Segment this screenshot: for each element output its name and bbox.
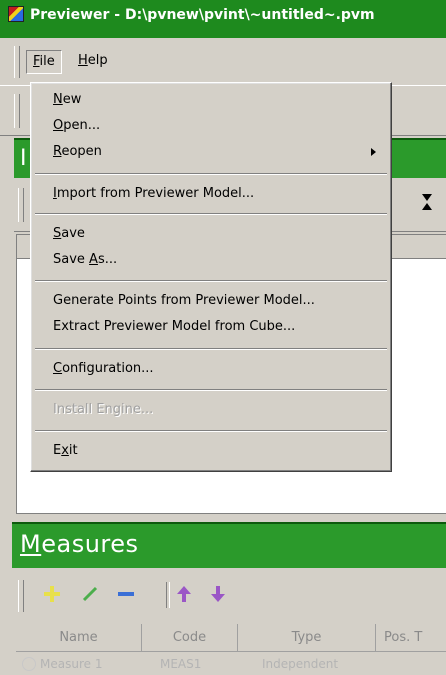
- sort-arrows-icon[interactable]: [422, 192, 432, 212]
- app-icon: [8, 6, 24, 22]
- menu-item-exit-prefix: E: [53, 443, 62, 458]
- menu-item-reopen[interactable]: Reopen: [53, 142, 102, 162]
- menu-separator: [35, 430, 387, 432]
- cell-code: MEAS1: [160, 656, 202, 671]
- panel-toolbar-grip[interactable]: [18, 188, 24, 222]
- window-title: Previewer - D:\pvnew\pvint\~untitled~.pv…: [30, 7, 375, 23]
- menu-item-new-rest: ew: [62, 92, 82, 107]
- menu-item-new[interactable]: New: [53, 90, 81, 110]
- menu-item-configuration[interactable]: Configuration...: [53, 359, 154, 379]
- menu-item-configuration-rest: onfiguration...: [62, 361, 154, 376]
- menu-help-rest: elp: [87, 53, 108, 68]
- measures-toolbar-grip[interactable]: [18, 580, 24, 612]
- minus-icon[interactable]: [114, 582, 138, 606]
- menu-item-save-rest: ave: [61, 226, 85, 241]
- column-header-code[interactable]: Code: [142, 624, 238, 652]
- menu-item-import-rest: mport from Previewer Model...: [56, 186, 255, 201]
- menu-item-open-rest: pen...: [63, 118, 101, 133]
- menu-item-exit[interactable]: Exit: [53, 441, 78, 461]
- cell-type: Independent: [262, 656, 339, 671]
- menu-item-save-as[interactable]: Save As...: [53, 250, 117, 270]
- menu-item-save-as-accel: A: [89, 252, 98, 267]
- plus-icon[interactable]: [40, 582, 64, 606]
- menu-item-new-accel: N: [53, 92, 63, 107]
- menu-item-save-as-prefix: Save: [53, 252, 90, 267]
- arrow-down-icon[interactable]: [206, 582, 230, 606]
- column-header-name[interactable]: Name: [16, 624, 142, 652]
- menu-separator: [35, 348, 387, 350]
- column-header-pos-type[interactable]: Pos. T: [376, 624, 446, 652]
- arrow-up-icon[interactable]: [172, 582, 196, 606]
- column-header-type[interactable]: Type: [238, 624, 376, 652]
- menu-item-save-as-rest: s...: [97, 252, 118, 267]
- measures-title: Measures: [20, 530, 139, 558]
- menubar-grip[interactable]: [14, 46, 20, 78]
- menu-item-open-accel: O: [53, 118, 64, 133]
- menu-item-save[interactable]: Save: [53, 224, 85, 244]
- measures-title-accel: M: [20, 530, 42, 558]
- pencil-icon[interactable]: [78, 582, 102, 606]
- menu-help-accel: H: [78, 53, 88, 68]
- measure-icon: [22, 656, 36, 671]
- menu-separator: [35, 280, 387, 282]
- menu-separator: [35, 213, 387, 215]
- measures-toolbar: [12, 572, 446, 620]
- menu-item-generate-points[interactable]: Generate Points from Previewer Model...: [53, 291, 315, 311]
- toolbar-separator: [166, 582, 170, 608]
- menu-item-open[interactable]: Open...: [53, 116, 100, 136]
- file-menu-dropdown: New Open... Reopen Import from Previewer…: [30, 82, 392, 472]
- toolbar-grip[interactable]: [14, 94, 20, 128]
- measures-table-header: Name Code Type Pos. T: [16, 624, 446, 652]
- panel-header-title: I: [20, 146, 27, 171]
- menu-file[interactable]: File: [26, 50, 62, 74]
- table-row[interactable]: Measure 1 MEAS1 Independent: [16, 652, 446, 675]
- menu-item-import[interactable]: Import from Previewer Model...: [53, 184, 254, 204]
- menu-separator: [35, 173, 387, 175]
- chevron-right-icon: [371, 148, 376, 156]
- menu-separator: [35, 389, 387, 391]
- cell-name: Measure 1: [40, 656, 103, 671]
- menu-bar: File Help: [0, 38, 446, 86]
- menu-help[interactable]: Help: [72, 50, 114, 72]
- measures-title-rest: easures: [41, 530, 139, 558]
- menu-item-exit-rest: it: [68, 443, 78, 458]
- menu-file-rest: ile: [39, 54, 55, 69]
- menu-item-install-engine: Install Engine...: [53, 402, 154, 417]
- menu-item-exit-accel: x: [61, 443, 69, 458]
- menu-item-reopen-rest: eopen: [61, 144, 102, 159]
- measures-header: Measures: [12, 522, 446, 568]
- window-titlebar: Previewer - D:\pvnew\pvint\~untitled~.pv…: [0, 0, 446, 38]
- menu-item-configuration-accel: C: [53, 361, 63, 376]
- menu-item-extract-model[interactable]: Extract Previewer Model from Cube...: [53, 317, 295, 337]
